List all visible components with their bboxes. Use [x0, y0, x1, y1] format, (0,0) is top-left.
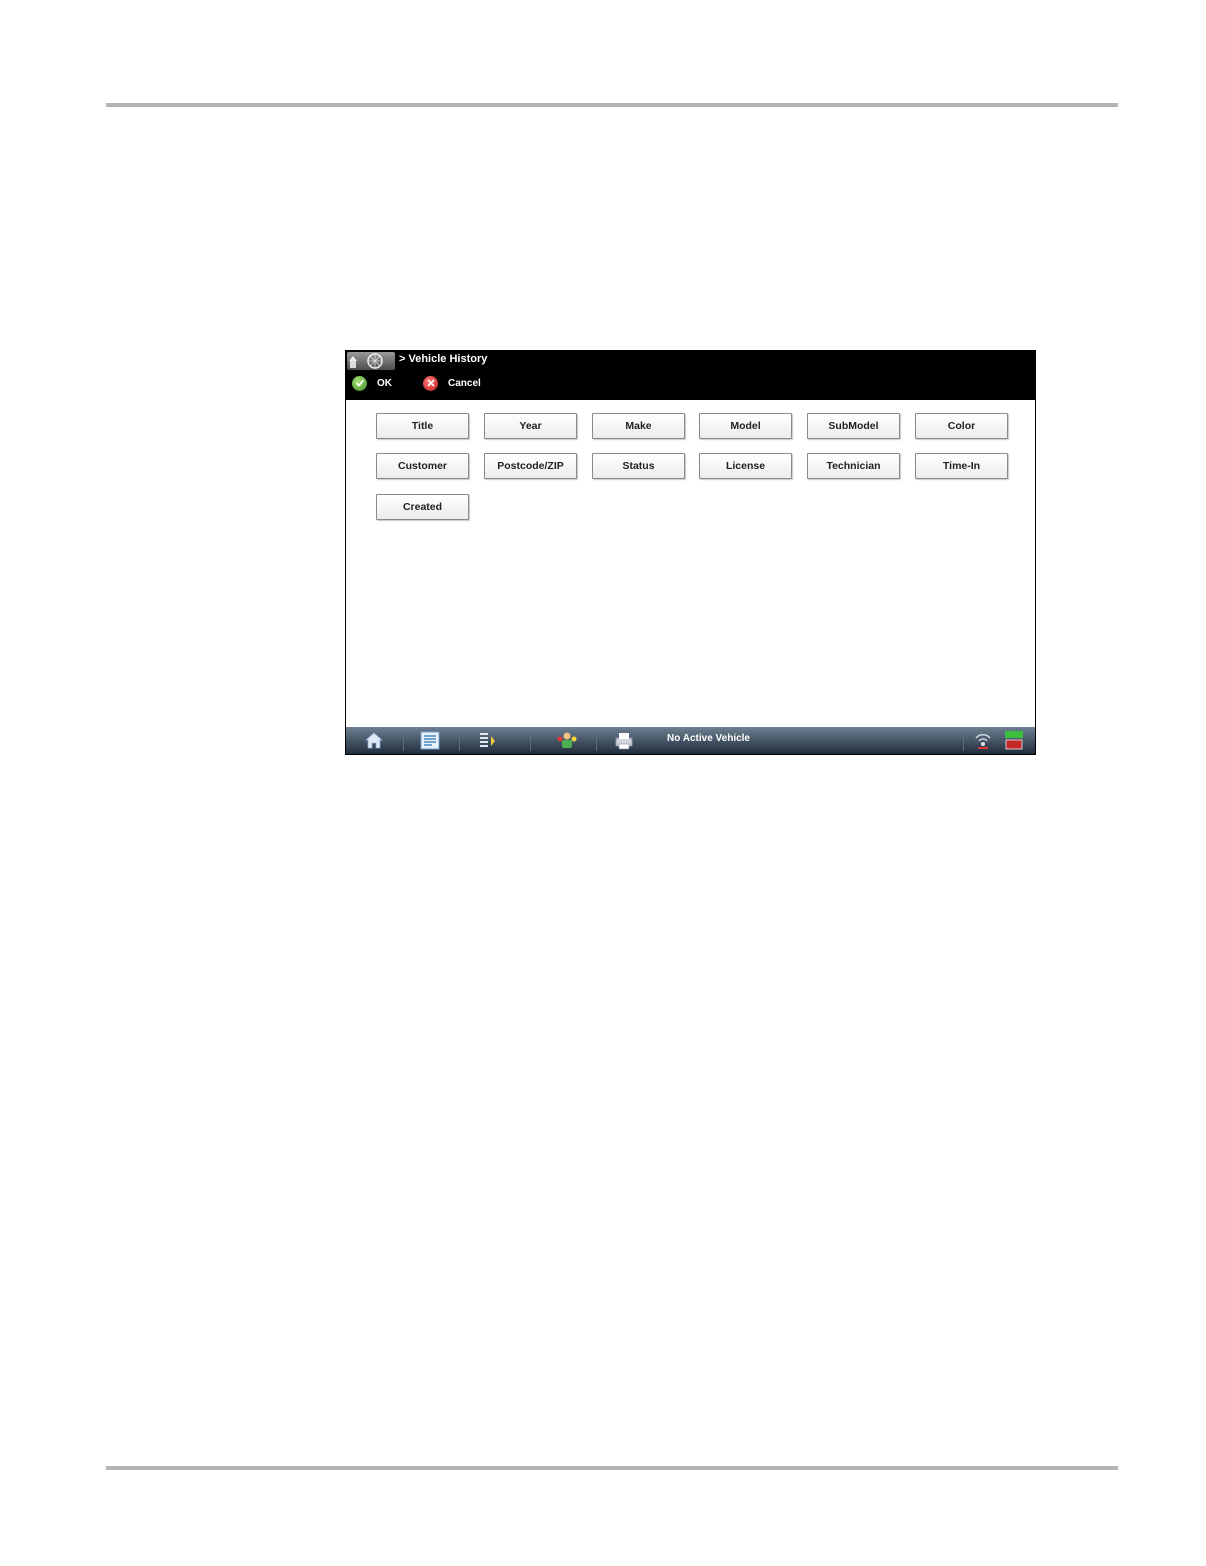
vehicle-list-icon[interactable] [419, 730, 441, 751]
printer-icon[interactable] [613, 730, 635, 751]
sort-license-button[interactable]: License [699, 453, 792, 479]
technician-icon[interactable] [556, 730, 578, 751]
separator [963, 731, 964, 751]
separator [596, 731, 597, 751]
battery-icon [1003, 730, 1025, 751]
device-screen: > Vehicle History OK Cancel Title Year M… [345, 350, 1036, 755]
sort-tools-icon[interactable] [476, 730, 498, 751]
sort-options-panel: Title Year Make Model SubModel Color Cus… [346, 400, 1035, 727]
sort-customer-button[interactable]: Customer [376, 453, 469, 479]
ok-button[interactable]: OK [352, 375, 392, 391]
sort-time-in-button[interactable]: Time-In [915, 453, 1008, 479]
vehicle-status-text: No Active Vehicle [667, 733, 750, 744]
sort-status-button[interactable]: Status [592, 453, 685, 479]
sort-technician-button[interactable]: Technician [807, 453, 900, 479]
ok-label: OK [377, 377, 392, 389]
cancel-button[interactable]: Cancel [423, 375, 481, 391]
sort-color-button[interactable]: Color [915, 413, 1008, 439]
separator [530, 731, 531, 751]
title-bar: > Vehicle History OK Cancel [346, 351, 1035, 400]
sort-title-button[interactable]: Title [376, 413, 469, 439]
close-icon [423, 375, 438, 391]
separator [403, 731, 404, 751]
cancel-label: Cancel [448, 377, 481, 389]
sort-postcode-button[interactable]: Postcode/ZIP [484, 453, 577, 479]
sort-year-button[interactable]: Year [484, 413, 577, 439]
connection-icon[interactable] [972, 730, 994, 751]
status-bar: No Active Vehicle [346, 727, 1035, 754]
home-icon[interactable] [363, 730, 385, 751]
sort-make-button[interactable]: Make [592, 413, 685, 439]
checkmark-icon [352, 375, 367, 391]
page-header-rule [106, 103, 1118, 107]
page-footer-rule [106, 1466, 1118, 1470]
sort-submodel-button[interactable]: SubModel [807, 413, 900, 439]
breadcrumb-title: > Vehicle History [399, 353, 488, 365]
sort-model-button[interactable]: Model [699, 413, 792, 439]
separator [459, 731, 460, 751]
home-breadcrumb-icon[interactable] [347, 352, 395, 370]
sort-created-button[interactable]: Created [376, 494, 469, 520]
